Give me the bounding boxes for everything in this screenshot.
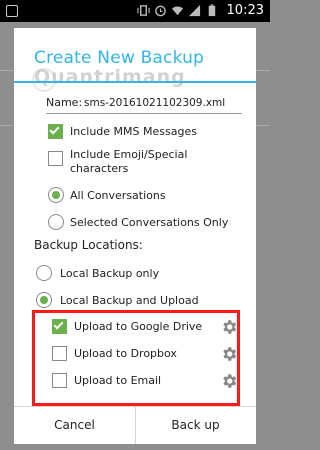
name-label: Name:	[46, 96, 83, 109]
include-mms-option[interactable]: Include MMS Messages	[14, 124, 256, 146]
backup-locations-heading: Backup Locations:	[34, 238, 143, 252]
battery-icon	[208, 4, 216, 17]
all-conversations-label: All Conversations	[70, 189, 166, 202]
local-backup-only-label: Local Backup only	[60, 267, 160, 280]
upload-dropbox-checkbox[interactable]	[52, 346, 67, 361]
local-backup-only-radio[interactable]	[36, 265, 52, 281]
include-emoji-checkbox[interactable]	[48, 151, 63, 166]
all-conversations-option[interactable]: All Conversations	[14, 186, 256, 208]
selected-conversations-label: Selected Conversations Only	[70, 216, 229, 229]
status-bar: 10:23	[0, 0, 270, 22]
notification-icon	[6, 5, 18, 17]
alarm-icon	[155, 5, 166, 17]
name-value[interactable]: sms-20161021102309.xml	[84, 97, 225, 109]
include-mms-label: Include MMS Messages	[70, 125, 197, 138]
upload-email-checkbox[interactable]	[52, 373, 67, 388]
local-backup-upload-label: Local Backup and Upload	[60, 294, 199, 307]
watermark: Quantrimang	[34, 66, 186, 88]
all-conversations-radio[interactable]	[48, 187, 64, 203]
upload-email-label: Upload to Email	[74, 374, 162, 387]
name-field[interactable]: Name: sms-20161021102309.xml	[46, 94, 242, 114]
upload-google-drive-label: Upload to Google Drive	[74, 320, 203, 333]
include-emoji-option[interactable]: Include Emoji/Special characters	[14, 148, 256, 178]
signal-icon	[188, 4, 201, 17]
create-backup-dialog: Quantrimang Create New Backup Name: sms-…	[14, 28, 256, 444]
include-emoji-label-line1: Include Emoji/Special	[70, 148, 188, 161]
backup-button[interactable]: Back up	[135, 406, 256, 444]
gear-icon[interactable]	[220, 345, 238, 363]
upload-google-drive-option[interactable]: Upload to Google Drive	[14, 319, 256, 341]
status-icons	[137, 4, 218, 17]
clock: 10:23	[226, 3, 264, 18]
title-divider	[14, 81, 256, 83]
upload-dropbox-option[interactable]: Upload to Dropbox	[14, 346, 256, 368]
dialog-title: Create New Backup	[34, 48, 205, 68]
include-mms-checkbox[interactable]	[48, 124, 63, 139]
selected-conversations-option[interactable]: Selected Conversations Only	[14, 214, 256, 236]
include-emoji-label-line2: characters	[70, 162, 129, 175]
gear-icon[interactable]	[220, 372, 238, 390]
vibrate-icon	[137, 5, 150, 16]
gear-icon[interactable]	[220, 318, 238, 336]
upload-email-option[interactable]: Upload to Email	[14, 373, 256, 395]
local-backup-upload-radio[interactable]	[36, 292, 52, 308]
local-backup-only-option[interactable]: Local Backup only	[14, 265, 256, 287]
wifi-icon	[171, 6, 184, 16]
upload-google-drive-checkbox[interactable]	[52, 319, 67, 334]
upload-dropbox-label: Upload to Dropbox	[74, 347, 177, 360]
cancel-button[interactable]: Cancel	[14, 406, 135, 444]
selected-conversations-radio[interactable]	[48, 214, 64, 230]
